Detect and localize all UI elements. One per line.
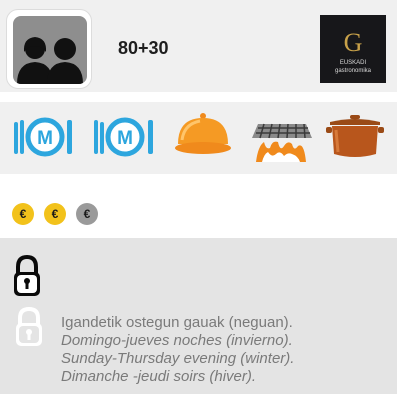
grill-icon (248, 102, 314, 174)
menu-plate-icon: M (10, 102, 80, 174)
euskadi-gastronomika-logo: G EUSKADI gastronomika (320, 15, 386, 83)
logo-letter: G (344, 28, 363, 57)
header: 80+30 G EUSKADI gastronomika (0, 0, 397, 92)
schedule-line-en: Sunday-Thursday evening (winter). (61, 350, 295, 367)
schedule-text: Igandetik ostegun gauak (neguan). Doming… (61, 314, 294, 386)
lock-icon (14, 306, 44, 348)
capacity-card (6, 9, 92, 89)
price-coin: € (76, 203, 98, 225)
cooking-pot-icon (324, 102, 386, 174)
price-coin: € (44, 203, 66, 225)
capacity-value: 80+30 (118, 38, 169, 58)
schedule-line-fr: Dimanche -jeudi soirs (hiver). (61, 368, 257, 385)
logo-line2: gastronomika (335, 68, 372, 74)
schedule-line-eu: Igandetik ostegun gauak (neguan). (61, 314, 293, 331)
catering-cloche-icon (172, 102, 236, 174)
euro-symbol: € (51, 207, 59, 221)
schedule-panel: Igandetik ostegun gauak (neguan). Doming… (0, 238, 397, 394)
price-coin: € (12, 203, 34, 225)
people-group-icon (13, 16, 87, 84)
euro-symbol: € (83, 207, 91, 221)
services-row: M M (0, 102, 397, 174)
menu-letter: M (117, 128, 133, 149)
menu-letter: M (37, 128, 53, 149)
euro-symbol: € (19, 207, 27, 221)
menu-plate-icon: M (92, 102, 162, 174)
lock-icon (12, 254, 42, 298)
schedule-line-es: Domingo-jueves noches (invierno). (61, 332, 293, 349)
logo-line1: EUSKADI (340, 60, 367, 66)
